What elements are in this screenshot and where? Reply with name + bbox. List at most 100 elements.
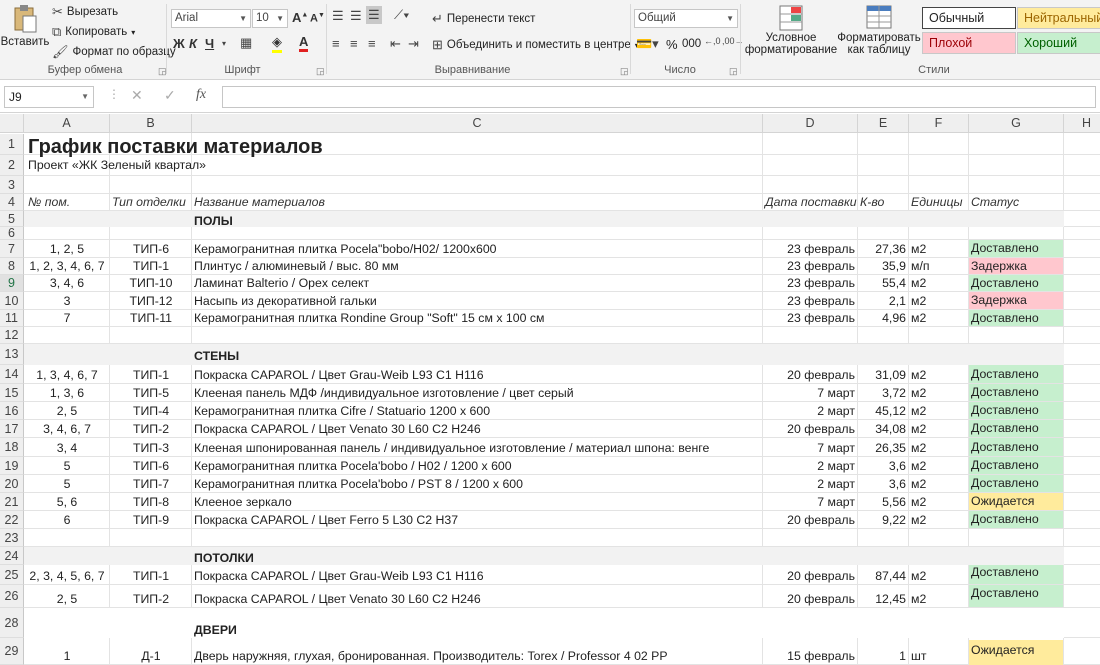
cell-e[interactable]: 1 bbox=[858, 649, 906, 663]
cell-e[interactable]: 31,09 bbox=[858, 368, 906, 382]
row-header[interactable]: 21 bbox=[0, 493, 24, 511]
worksheet-grid[interactable]: ABCDEFGH 1 2 3 4 5 6 7 8 9 10 11 12 13 14 15 16 17 18 19 20… bbox=[0, 114, 1100, 665]
cell-b[interactable]: ТИП-1 bbox=[110, 368, 192, 382]
cell-f[interactable]: шт bbox=[911, 649, 927, 663]
cell-a[interactable]: 1 bbox=[24, 649, 110, 663]
cell-a[interactable]: 2, 5 bbox=[24, 592, 110, 606]
cell-f[interactable]: м2 bbox=[911, 311, 926, 325]
column-header-a[interactable]: A bbox=[24, 114, 110, 133]
row-header[interactable]: 20 bbox=[0, 475, 24, 493]
cell-d[interactable]: 23 февраль bbox=[763, 294, 855, 308]
insert-function-icon[interactable]: fx bbox=[196, 87, 206, 103]
cell-b[interactable]: ТИП-1 bbox=[110, 569, 192, 583]
row-header[interactable]: 28 bbox=[0, 608, 24, 638]
cell-b[interactable]: ТИП-11 bbox=[110, 311, 192, 325]
cell-b[interactable]: ТИП-12 bbox=[110, 294, 192, 308]
cell-f[interactable]: м2 bbox=[911, 368, 926, 382]
percent-button[interactable]: % bbox=[666, 37, 678, 52]
cell-b[interactable]: ТИП-6 bbox=[110, 242, 192, 256]
status-badge[interactable]: Доставлено bbox=[969, 438, 1063, 456]
column-header-h[interactable]: H bbox=[1064, 114, 1100, 133]
status-badge[interactable]: Ожидается bbox=[969, 640, 1063, 665]
cell-c[interactable]: Насыпь из декоративной гальки bbox=[194, 294, 377, 308]
increase-decimal-icon[interactable]: ←,0 bbox=[704, 36, 721, 46]
column-header-c[interactable]: C bbox=[192, 114, 763, 133]
cell-d[interactable]: 2 март bbox=[763, 404, 855, 418]
merge-center-button[interactable]: ⊞ Объединить и поместить в центре ▾ bbox=[432, 37, 639, 53]
cell-f[interactable]: м/п bbox=[911, 259, 930, 273]
status-badge[interactable]: Ожидается bbox=[969, 493, 1063, 510]
row-header[interactable]: 8 bbox=[0, 258, 24, 275]
cell-e[interactable]: 45,12 bbox=[858, 404, 906, 418]
cell-a[interactable]: 1, 3, 6 bbox=[24, 386, 110, 400]
cell-e[interactable]: 87,44 bbox=[858, 569, 906, 583]
cell-b[interactable]: ТИП-8 bbox=[110, 495, 192, 509]
format-painter-button[interactable]: 🖌 Формат по образцу bbox=[52, 44, 176, 60]
row-header[interactable]: 18 bbox=[0, 438, 24, 457]
status-badge[interactable]: Доставлено bbox=[969, 457, 1063, 474]
grow-font-icon[interactable]: A▲ bbox=[292, 10, 308, 25]
column-header-e[interactable]: E bbox=[858, 114, 909, 133]
cell-c[interactable]: Покраска CAPAROL / Цвет Grau-Weib L93 C1… bbox=[194, 569, 484, 583]
alignment-launcher-icon[interactable]: ◲ bbox=[620, 66, 629, 77]
cell-b[interactable]: ТИП-2 bbox=[110, 592, 192, 606]
status-badge[interactable]: Задержка bbox=[969, 292, 1063, 309]
cell-c[interactable]: Керамогранитная плитка Rondine Group "So… bbox=[194, 311, 544, 325]
cell-d[interactable]: 23 февраль bbox=[763, 242, 855, 256]
row-header[interactable]: 2 bbox=[0, 155, 24, 176]
cell-d[interactable]: 2 март bbox=[763, 459, 855, 473]
cell-d[interactable]: 23 февраль bbox=[763, 311, 855, 325]
row-header[interactable]: 3 bbox=[0, 176, 24, 194]
cut-button[interactable]: ✂ Вырезать bbox=[52, 4, 118, 20]
row-header[interactable]: 22 bbox=[0, 511, 24, 529]
cell-e[interactable]: 5,56 bbox=[858, 495, 906, 509]
align-right-icon[interactable]: ≡ bbox=[368, 36, 376, 51]
status-badge[interactable]: Задержка bbox=[969, 258, 1063, 274]
cell-d[interactable]: 20 февраль bbox=[763, 422, 855, 436]
cell-f[interactable]: м2 bbox=[911, 404, 926, 418]
cell-d[interactable]: 7 март bbox=[763, 495, 855, 509]
cell-b[interactable]: ТИП-10 bbox=[110, 276, 192, 290]
style-normal[interactable]: Обычный bbox=[922, 7, 1016, 29]
cell-f[interactable]: м2 bbox=[911, 294, 926, 308]
column-header-d[interactable]: D bbox=[763, 114, 858, 133]
fill-color-icon[interactable]: ◈ bbox=[272, 34, 282, 53]
cell-b[interactable]: ТИП-7 bbox=[110, 477, 192, 491]
row-header[interactable]: 23 bbox=[0, 529, 24, 547]
row-header[interactable]: 6 bbox=[0, 227, 24, 240]
cell-a[interactable]: 2, 3, 4, 5, 6, 7 bbox=[24, 569, 110, 583]
cell-b[interactable]: ТИП-9 bbox=[110, 513, 192, 527]
cell-f[interactable]: м2 bbox=[911, 276, 926, 290]
format-as-table-button[interactable]: Форматировать как таблицу bbox=[837, 4, 921, 56]
cell-f[interactable]: м2 bbox=[911, 441, 926, 455]
cell-c[interactable]: Ламинат Balterio / Opex селект bbox=[194, 276, 369, 290]
align-middle-icon[interactable]: ☰ bbox=[350, 8, 362, 24]
row-header[interactable]: 26 bbox=[0, 585, 24, 608]
cell-a[interactable]: 1, 2, 3, 4, 6, 7 bbox=[24, 259, 110, 273]
cell-c[interactable]: Клееная панель МДФ /индивидуальное изгот… bbox=[194, 386, 574, 400]
cell-c[interactable]: Покраска CAPAROL / Цвет Grau-Weib L93 C1… bbox=[194, 368, 484, 382]
conditional-formatting-button[interactable]: Условное форматирование bbox=[744, 4, 838, 56]
formula-input[interactable] bbox=[222, 86, 1096, 108]
font-color-icon[interactable]: A bbox=[299, 34, 309, 52]
shrink-font-icon[interactable]: A▼ bbox=[310, 12, 325, 25]
cell-f[interactable]: м2 bbox=[911, 513, 926, 527]
cell-f[interactable]: м2 bbox=[911, 495, 926, 509]
cell-e[interactable]: 55,4 bbox=[858, 276, 906, 290]
cell-a[interactable]: 2, 5 bbox=[24, 404, 110, 418]
currency-icon[interactable]: 💳▾ bbox=[636, 36, 659, 52]
paste-button[interactable]: Вставить bbox=[1, 4, 49, 48]
enter-icon[interactable]: ✓ bbox=[164, 87, 176, 104]
cell-e[interactable]: 27,36 bbox=[858, 242, 906, 256]
row-header[interactable]: 5 bbox=[0, 211, 24, 227]
cell-d[interactable]: 23 февраль bbox=[763, 259, 855, 273]
cell-f[interactable]: м2 bbox=[911, 592, 926, 606]
cell-f[interactable]: м2 bbox=[911, 386, 926, 400]
cell-d[interactable]: 2 март bbox=[763, 477, 855, 491]
cell-a[interactable]: 3, 4, 6 bbox=[24, 276, 110, 290]
cell-a[interactable]: 3 bbox=[24, 294, 110, 308]
cell-c[interactable]: Керамогранитная плитка Cifre / Statuario… bbox=[194, 404, 490, 418]
cell-d[interactable]: 15 февраль bbox=[763, 649, 855, 663]
cell-a[interactable]: 6 bbox=[24, 513, 110, 527]
status-badge[interactable]: Доставлено bbox=[969, 275, 1063, 291]
